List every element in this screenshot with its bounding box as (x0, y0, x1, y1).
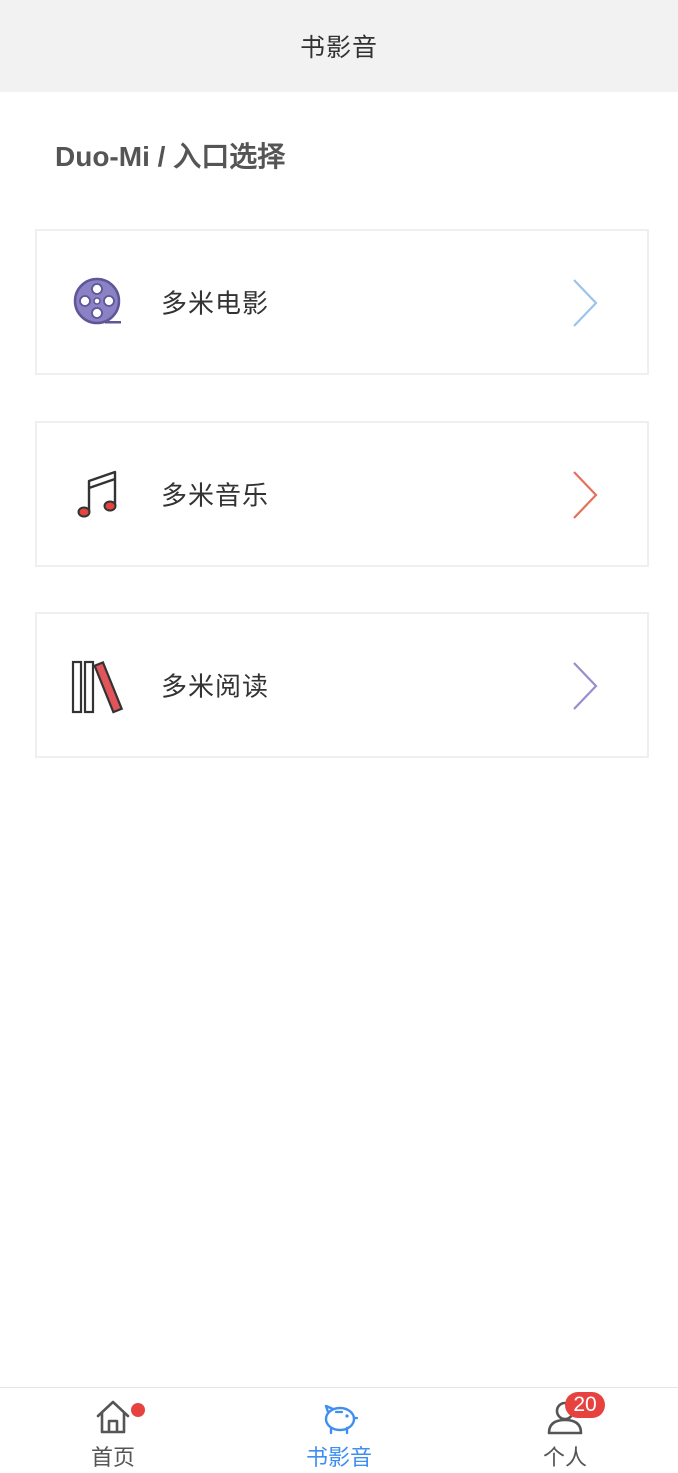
piggy-bank-icon (324, 1404, 358, 1435)
entry-label-movie: 多米电影 (161, 289, 270, 320)
tab-label-media: 书影音 (305, 1446, 372, 1471)
books-icon (71, 660, 124, 714)
home-icon (96, 1400, 130, 1434)
entry-label-reading: 多米阅读 (161, 672, 270, 703)
chevron-right-icon (573, 471, 598, 519)
music-note-icon (77, 470, 117, 518)
section-title: Duo-Mi / 入口选择 (55, 141, 286, 172)
tab-label-profile: 个人 (542, 1446, 587, 1471)
chevron-right-icon (573, 279, 598, 327)
chevron-right-icon (573, 662, 598, 710)
notification-dot (131, 1403, 145, 1417)
tab-label-home: 首页 (90, 1446, 135, 1471)
notification-count-badge: 20 (565, 1392, 605, 1418)
nav-header: 书影音 (0, 0, 678, 92)
tab-media[interactable]: 书影音 (226, 1388, 452, 1473)
page-title: 书影音 (299, 33, 378, 62)
entry-label-music: 多米音乐 (161, 481, 270, 512)
tab-home[interactable]: 首页 (0, 1388, 226, 1473)
tab-bar: 首页 书影音 个人 20 (0, 1387, 678, 1472)
entry-card-music[interactable]: 多米音乐 (35, 421, 649, 567)
entry-card-reading[interactable]: 多米阅读 (35, 612, 649, 758)
entry-card-movie[interactable]: 多米电影 (35, 229, 649, 375)
film-reel-icon (73, 277, 121, 325)
